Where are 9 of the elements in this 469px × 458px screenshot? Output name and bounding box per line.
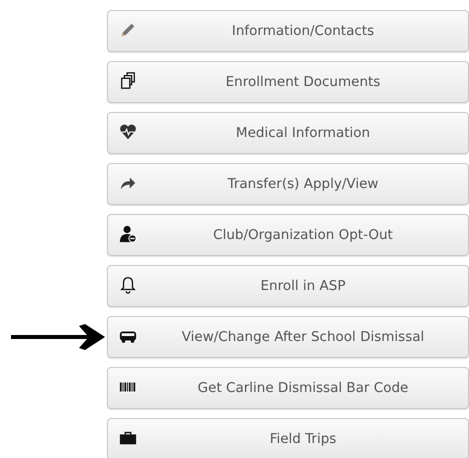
menu-button[interactable]: View/Change After School Dismissal [107,316,469,358]
menu-button[interactable]: Get Carline Dismissal Bar Code [107,367,469,409]
menu-button[interactable]: Field Trips [107,418,469,458]
menu-button[interactable]: Enroll in ASP [107,265,469,307]
menu-button[interactable]: Information/Contacts [107,10,469,52]
menu-button[interactable]: Medical Information [107,112,469,154]
menu-button[interactable]: Club/Organization Opt-Out [107,214,469,256]
menu-button[interactable]: Enrollment Documents [107,61,469,103]
menu-button[interactable]: Transfer(s) Apply/View [107,163,469,205]
